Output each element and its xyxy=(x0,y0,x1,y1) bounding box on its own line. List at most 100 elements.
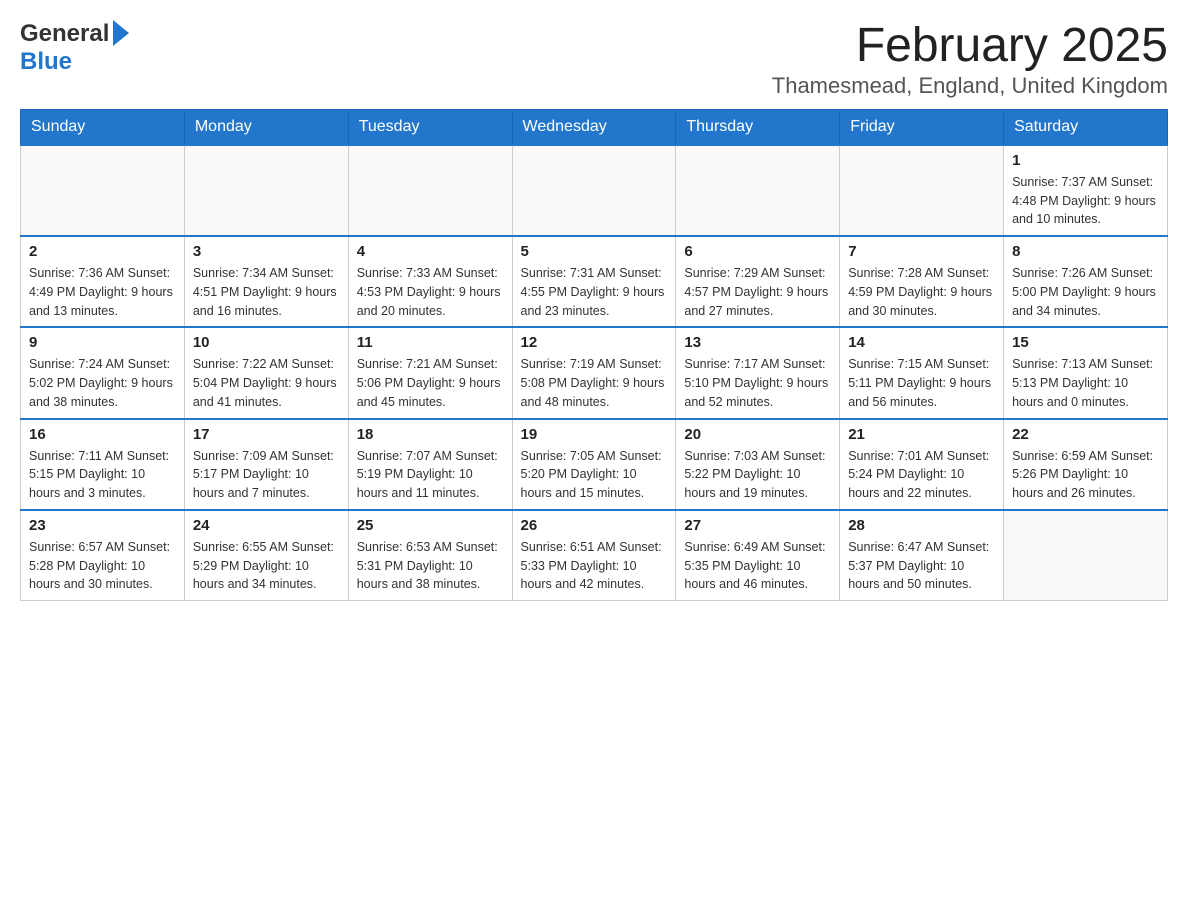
day-info: Sunrise: 6:47 AM Sunset: 5:37 PM Dayligh… xyxy=(848,538,995,594)
calendar-cell: 24 Sunrise: 6:55 AM Sunset: 5:29 PM Dayli… xyxy=(184,510,348,601)
day-info: Sunrise: 7:29 AM Sunset: 4:57 PM Dayligh… xyxy=(684,264,831,320)
day-info: Sunrise: 7:09 AM Sunset: 5:17 PM Dayligh… xyxy=(193,447,340,503)
logo: General Blue xyxy=(20,20,129,76)
calendar-cell: 25 Sunrise: 6:53 AM Sunset: 5:31 PM Dayli… xyxy=(348,510,512,601)
day-info: Sunrise: 6:53 AM Sunset: 5:31 PM Dayligh… xyxy=(357,538,504,594)
day-info: Sunrise: 7:24 AM Sunset: 5:02 PM Dayligh… xyxy=(29,355,176,411)
calendar-week-row: 16 Sunrise: 7:11 AM Sunset: 5:15 PM Dayli… xyxy=(21,419,1168,510)
logo-blue-text: Blue xyxy=(20,48,72,76)
calendar-cell: 14 Sunrise: 7:15 AM Sunset: 5:11 PM Dayli… xyxy=(840,327,1004,418)
day-number: 15 xyxy=(1012,334,1159,351)
calendar-cell: 5 Sunrise: 7:31 AM Sunset: 4:55 PM Daylig… xyxy=(512,236,676,327)
day-info: Sunrise: 7:13 AM Sunset: 5:13 PM Dayligh… xyxy=(1012,355,1159,411)
day-number: 8 xyxy=(1012,243,1159,260)
calendar-cell: 7Sunrise: 7:28 AM Sunset: 4:59 PM Daylig… xyxy=(840,236,1004,327)
day-info: Sunrise: 7:26 AM Sunset: 5:00 PM Dayligh… xyxy=(1012,264,1159,320)
page-title: February 2025 xyxy=(772,20,1168,73)
title-block: February 2025 Thamesmead, England, Unite… xyxy=(772,20,1168,99)
day-info: Sunrise: 7:11 AM Sunset: 5:15 PM Dayligh… xyxy=(29,447,176,503)
calendar-cell xyxy=(21,145,185,236)
day-number: 17 xyxy=(193,426,340,443)
calendar-day-header: Sunday xyxy=(21,109,185,145)
day-number: 1 xyxy=(1012,152,1159,169)
calendar-cell: 18 Sunrise: 7:07 AM Sunset: 5:19 PM Dayli… xyxy=(348,419,512,510)
calendar-cell: 15 Sunrise: 7:13 AM Sunset: 5:13 PM Dayli… xyxy=(1004,327,1168,418)
calendar-cell xyxy=(1004,510,1168,601)
calendar-cell: 21 Sunrise: 7:01 AM Sunset: 5:24 PM Dayli… xyxy=(840,419,1004,510)
calendar-cell: 20 Sunrise: 7:03 AM Sunset: 5:22 PM Dayli… xyxy=(676,419,840,510)
day-number: 6 xyxy=(684,243,831,260)
calendar-cell: 2 Sunrise: 7:36 AM Sunset: 4:49 PM Daylig… xyxy=(21,236,185,327)
calendar-cell: 10 Sunrise: 7:22 AM Sunset: 5:04 PM Dayli… xyxy=(184,327,348,418)
day-info: Sunrise: 7:31 AM Sunset: 4:55 PM Dayligh… xyxy=(521,264,668,320)
calendar-day-header: Thursday xyxy=(676,109,840,145)
day-number: 23 xyxy=(29,517,176,534)
day-number: 3 xyxy=(193,243,340,260)
day-number: 28 xyxy=(848,517,995,534)
day-number: 10 xyxy=(193,334,340,351)
calendar-day-header: Friday xyxy=(840,109,1004,145)
calendar-cell: 3Sunrise: 7:34 AM Sunset: 4:51 PM Daylig… xyxy=(184,236,348,327)
day-number: 25 xyxy=(357,517,504,534)
calendar-cell xyxy=(348,145,512,236)
day-info: Sunrise: 7:19 AM Sunset: 5:08 PM Dayligh… xyxy=(521,355,668,411)
calendar-cell: 12Sunrise: 7:19 AM Sunset: 5:08 PM Dayli… xyxy=(512,327,676,418)
day-number: 19 xyxy=(521,426,668,443)
day-number: 4 xyxy=(357,243,504,260)
day-info: Sunrise: 7:01 AM Sunset: 5:24 PM Dayligh… xyxy=(848,447,995,503)
calendar-cell: 11 Sunrise: 7:21 AM Sunset: 5:06 PM Dayli… xyxy=(348,327,512,418)
day-number: 9 xyxy=(29,334,176,351)
day-info: Sunrise: 7:36 AM Sunset: 4:49 PM Dayligh… xyxy=(29,264,176,320)
day-info: Sunrise: 7:22 AM Sunset: 5:04 PM Dayligh… xyxy=(193,355,340,411)
calendar-cell: 1 Sunrise: 7:37 AM Sunset: 4:48 PM Daylig… xyxy=(1004,145,1168,236)
day-info: Sunrise: 6:49 AM Sunset: 5:35 PM Dayligh… xyxy=(684,538,831,594)
calendar-cell xyxy=(840,145,1004,236)
day-info: Sunrise: 7:21 AM Sunset: 5:06 PM Dayligh… xyxy=(357,355,504,411)
day-number: 27 xyxy=(684,517,831,534)
calendar-week-row: 23 Sunrise: 6:57 AM Sunset: 5:28 PM Dayli… xyxy=(21,510,1168,601)
day-number: 16 xyxy=(29,426,176,443)
day-info: Sunrise: 6:57 AM Sunset: 5:28 PM Dayligh… xyxy=(29,538,176,594)
calendar-day-header: Wednesday xyxy=(512,109,676,145)
calendar-cell: 22Sunrise: 6:59 AM Sunset: 5:26 PM Dayli… xyxy=(1004,419,1168,510)
calendar-week-row: 1 Sunrise: 7:37 AM Sunset: 4:48 PM Daylig… xyxy=(21,145,1168,236)
calendar-cell: 27 Sunrise: 6:49 AM Sunset: 5:35 PM Dayli… xyxy=(676,510,840,601)
calendar-week-row: 9 Sunrise: 7:24 AM Sunset: 5:02 PM Daylig… xyxy=(21,327,1168,418)
day-info: Sunrise: 6:55 AM Sunset: 5:29 PM Dayligh… xyxy=(193,538,340,594)
day-number: 11 xyxy=(357,334,504,351)
calendar-cell xyxy=(676,145,840,236)
calendar-cell: 19 Sunrise: 7:05 AM Sunset: 5:20 PM Dayli… xyxy=(512,419,676,510)
day-info: Sunrise: 7:33 AM Sunset: 4:53 PM Dayligh… xyxy=(357,264,504,320)
calendar-cell: 16 Sunrise: 7:11 AM Sunset: 5:15 PM Dayli… xyxy=(21,419,185,510)
calendar-cell: 28 Sunrise: 6:47 AM Sunset: 5:37 PM Dayli… xyxy=(840,510,1004,601)
day-number: 22 xyxy=(1012,426,1159,443)
day-info: Sunrise: 7:03 AM Sunset: 5:22 PM Dayligh… xyxy=(684,447,831,503)
day-number: 14 xyxy=(848,334,995,351)
day-number: 13 xyxy=(684,334,831,351)
logo-general-text: General xyxy=(20,20,109,48)
day-info: Sunrise: 7:28 AM Sunset: 4:59 PM Dayligh… xyxy=(848,264,995,320)
logo-triangle-icon xyxy=(113,20,129,46)
calendar-cell: 23 Sunrise: 6:57 AM Sunset: 5:28 PM Dayli… xyxy=(21,510,185,601)
day-number: 5 xyxy=(521,243,668,260)
calendar-cell: 9 Sunrise: 7:24 AM Sunset: 5:02 PM Daylig… xyxy=(21,327,185,418)
calendar-cell: 13 Sunrise: 7:17 AM Sunset: 5:10 PM Dayli… xyxy=(676,327,840,418)
day-number: 20 xyxy=(684,426,831,443)
calendar-day-header: Tuesday xyxy=(348,109,512,145)
page-header: General Blue February 2025 Thamesmead, E… xyxy=(20,20,1168,99)
day-info: Sunrise: 7:15 AM Sunset: 5:11 PM Dayligh… xyxy=(848,355,995,411)
day-info: Sunrise: 7:37 AM Sunset: 4:48 PM Dayligh… xyxy=(1012,173,1159,229)
day-number: 24 xyxy=(193,517,340,534)
calendar-day-header: Monday xyxy=(184,109,348,145)
day-info: Sunrise: 7:05 AM Sunset: 5:20 PM Dayligh… xyxy=(521,447,668,503)
page-subtitle: Thamesmead, England, United Kingdom xyxy=(772,73,1168,99)
day-info: Sunrise: 7:17 AM Sunset: 5:10 PM Dayligh… xyxy=(684,355,831,411)
calendar-cell: 4 Sunrise: 7:33 AM Sunset: 4:53 PM Daylig… xyxy=(348,236,512,327)
day-number: 21 xyxy=(848,426,995,443)
day-info: Sunrise: 7:07 AM Sunset: 5:19 PM Dayligh… xyxy=(357,447,504,503)
day-number: 2 xyxy=(29,243,176,260)
calendar-table: SundayMondayTuesdayWednesdayThursdayFrid… xyxy=(20,109,1168,601)
calendar-cell: 26Sunrise: 6:51 AM Sunset: 5:33 PM Dayli… xyxy=(512,510,676,601)
day-number: 18 xyxy=(357,426,504,443)
day-number: 26 xyxy=(521,517,668,534)
